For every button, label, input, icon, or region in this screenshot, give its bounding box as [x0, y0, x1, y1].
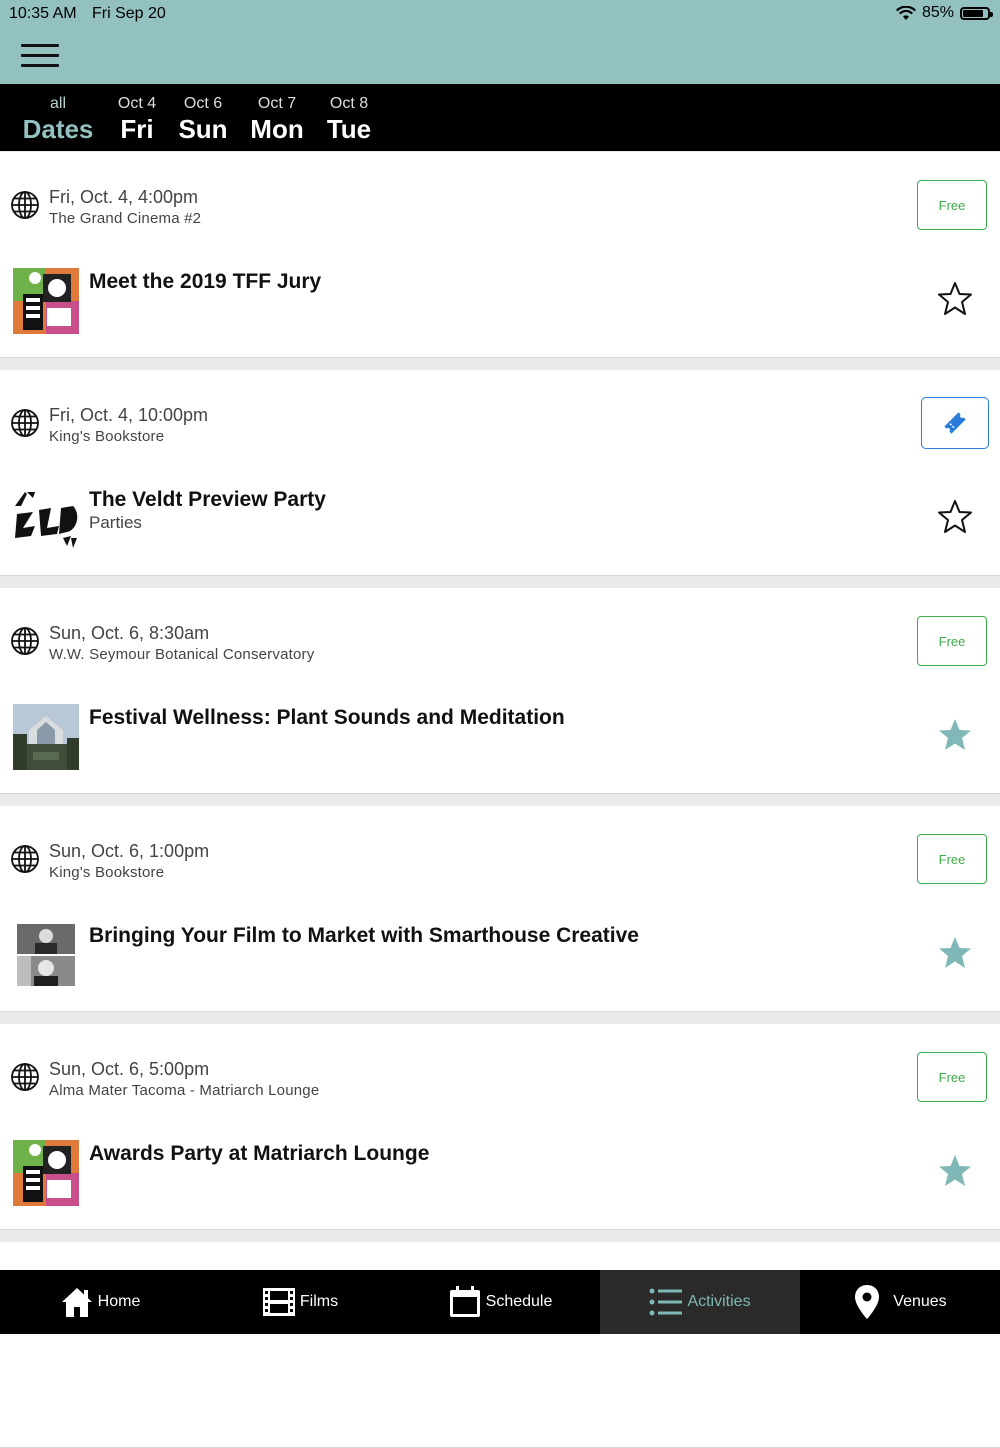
date-tab-all[interactable]: all Dates — [19, 84, 97, 143]
event-venue: King's Bookstore — [49, 864, 165, 881]
event-thumbnail — [13, 1140, 79, 1206]
date-tab-oct8[interactable]: Oct 8 Tue — [324, 84, 374, 143]
menu-icon[interactable] — [21, 44, 59, 68]
event-category: Parties — [89, 513, 142, 532]
map-pin-icon — [855, 1285, 880, 1319]
date-tab-small: Oct 8 — [329, 95, 369, 112]
tab-label: Films — [299, 1293, 339, 1310]
tab-films[interactable]: Films — [200, 1270, 400, 1334]
event-card[interactable]: Sun, Oct. 6, 1:00pm King's Bookstore Fre… — [0, 806, 1000, 1012]
status-right: 85% — [895, 4, 993, 22]
date-tab-oct6[interactable]: Oct 6 Sun — [176, 84, 230, 143]
tab-schedule[interactable]: Schedule — [400, 1270, 600, 1334]
date-tab-oct7[interactable]: Oct 7 Mon — [247, 84, 307, 143]
date-tab-small: Oct 6 — [183, 95, 223, 112]
tab-home[interactable]: Home — [0, 1270, 200, 1334]
date-tab-label: Mon — [250, 114, 304, 144]
tab-label: Home — [97, 1293, 141, 1310]
tab-activities[interactable]: Activities — [600, 1270, 800, 1334]
ticket-icon — [944, 412, 966, 434]
status-time: 10:35 AM — [9, 5, 77, 22]
star-outline-icon[interactable] — [936, 498, 974, 536]
battery-icon — [960, 6, 993, 20]
wifi-icon — [895, 5, 916, 20]
date-tab-label: Tue — [326, 114, 372, 144]
star-filled-icon[interactable] — [936, 934, 974, 972]
event-thumbnail — [13, 486, 79, 552]
tab-venues[interactable]: Venues — [800, 1270, 1000, 1334]
star-outline-icon[interactable] — [936, 280, 974, 318]
event-venue: King's Bookstore — [49, 428, 165, 445]
event-venue: Alma Mater Tacoma - Matriarch Lounge — [49, 1082, 320, 1099]
globe-icon — [11, 1063, 39, 1091]
date-tab-small: Oct 4 — [117, 95, 157, 112]
event-thumbnail — [13, 268, 79, 334]
event-datetime: Fri, Oct. 4, 10:00pm — [49, 405, 209, 425]
tab-label: Venues — [893, 1293, 947, 1310]
star-filled-icon[interactable] — [936, 1152, 974, 1190]
event-card[interactable]: Fri, Oct. 4, 4:00pm The Grand Cinema #2 … — [0, 152, 1000, 358]
event-thumbnail — [13, 922, 79, 988]
globe-icon — [11, 409, 39, 437]
globe-icon — [11, 627, 39, 655]
event-title: Meet the 2019 TFF Jury — [89, 270, 322, 293]
free-button[interactable]: Free — [917, 616, 987, 666]
date-filter-bar: all Dates Oct 4 Fri Oct 6 Sun Oct 7 Mon … — [0, 84, 1000, 151]
event-title: Festival Wellness: Plant Sounds and Medi… — [89, 706, 565, 729]
globe-icon — [11, 191, 39, 219]
event-title: The Veldt Preview Party — [89, 488, 326, 511]
date-tab-label: Dates — [22, 114, 94, 144]
date-tab-label: Sun — [178, 114, 228, 144]
event-datetime: Sun, Oct. 6, 5:00pm — [49, 1059, 210, 1079]
event-datetime: Fri, Oct. 4, 4:00pm — [49, 187, 199, 207]
tab-label: Schedule — [485, 1293, 553, 1310]
event-datetime: Sun, Oct. 6, 1:00pm — [49, 841, 210, 861]
event-card[interactable]: Sun, Oct. 6, 8:30am W.W. Seymour Botanic… — [0, 588, 1000, 794]
event-venue: W.W. Seymour Botanical Conservatory — [49, 646, 315, 663]
date-tab-oct4[interactable]: Oct 4 Fri — [115, 84, 159, 143]
list-icon — [649, 1288, 683, 1316]
film-icon — [262, 1288, 295, 1316]
event-thumbnail — [13, 704, 79, 770]
event-title: Bringing Your Film to Market with Smarth… — [89, 924, 639, 947]
date-tab-label: Fri — [120, 114, 154, 144]
status-bar: 10:35 AM Fri Sep 20 85% — [0, 0, 1000, 28]
free-button[interactable]: Free — [917, 1052, 987, 1102]
battery-percent: 85% — [921, 4, 954, 21]
status-date: Fri Sep 20 — [92, 5, 166, 22]
ticket-button[interactable] — [921, 397, 989, 449]
date-tab-small: all — [49, 95, 66, 112]
tab-bar: Home Films Schedule Activities Venues — [0, 1270, 1000, 1334]
event-datetime: Sun, Oct. 6, 8:30am — [49, 623, 210, 643]
nav-bar — [0, 28, 1000, 84]
tab-label: Activities — [687, 1293, 751, 1310]
calendar-icon — [449, 1286, 480, 1317]
home-icon — [61, 1288, 92, 1317]
free-button[interactable]: Free — [917, 834, 987, 884]
date-tab-small: Oct 7 — [257, 95, 297, 112]
event-title: Awards Party at Matriarch Lounge — [89, 1142, 430, 1165]
star-filled-icon[interactable] — [936, 716, 974, 754]
event-card[interactable]: Sun, Oct. 6, 5:00pm Alma Mater Tacoma - … — [0, 1024, 1000, 1230]
free-button[interactable]: Free — [917, 180, 987, 230]
event-card[interactable]: Fri, Oct. 4, 10:00pm King's Bookstore Th… — [0, 370, 1000, 576]
globe-icon — [11, 845, 39, 873]
event-venue: The Grand Cinema #2 — [49, 210, 202, 227]
